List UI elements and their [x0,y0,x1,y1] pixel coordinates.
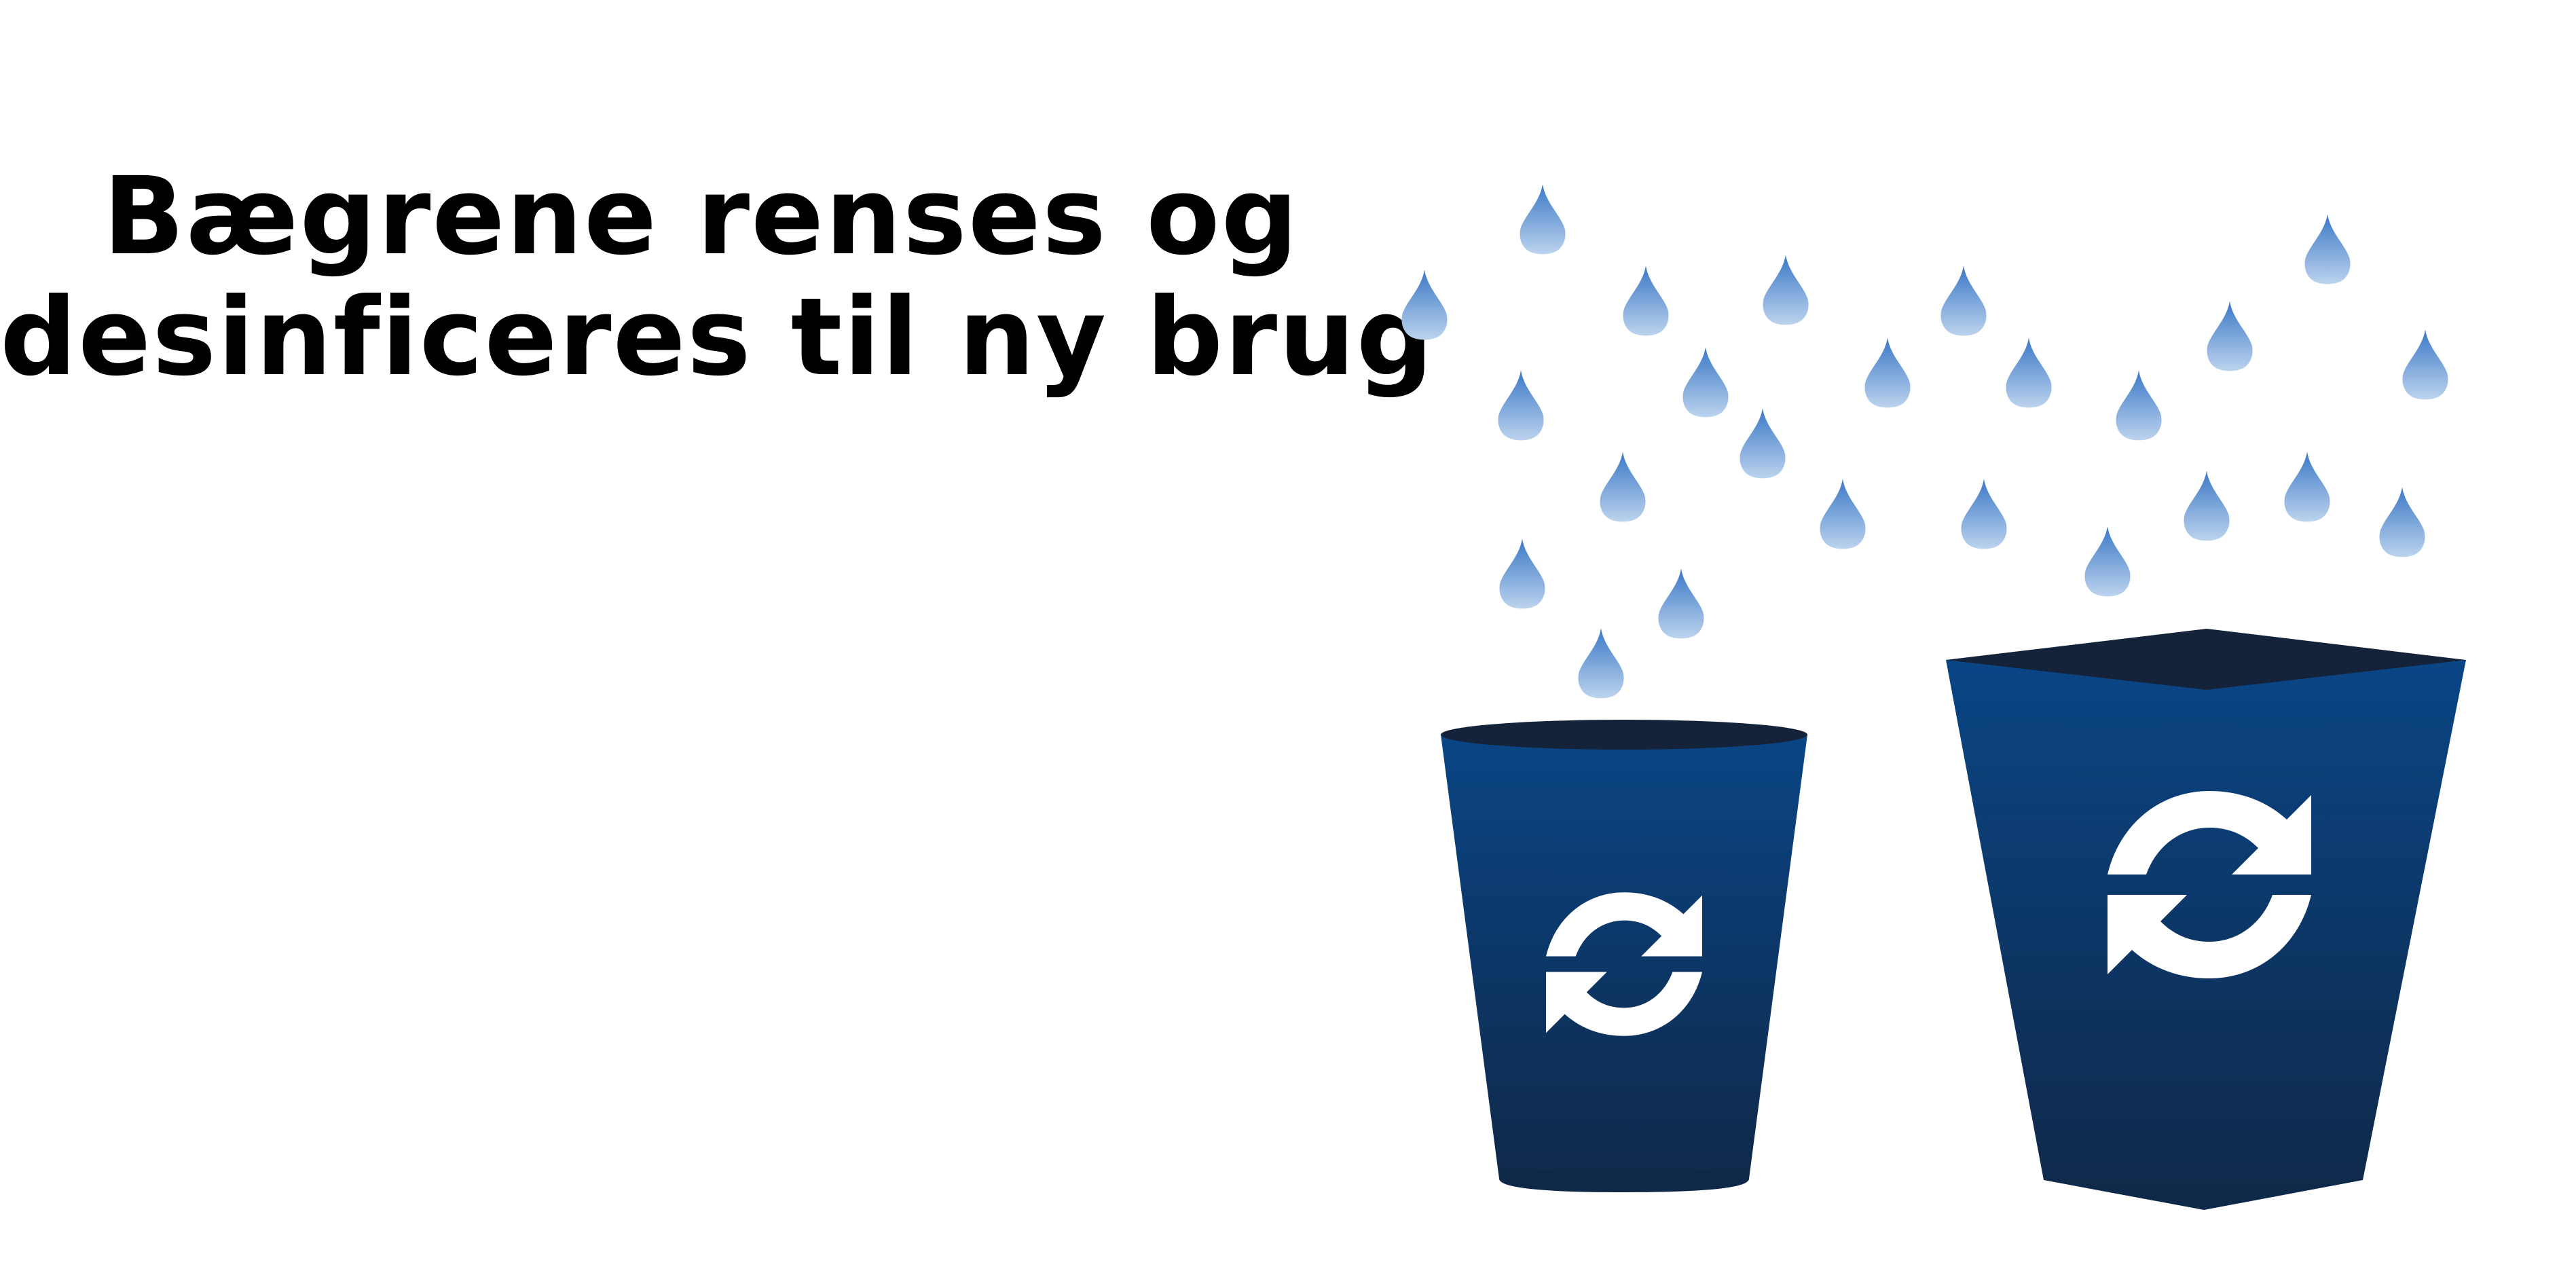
water-drop-icon [2379,487,2425,557]
water-drop-icon [2084,526,2131,597]
water-drop-icon [2284,452,2330,522]
water-drop-icon [2184,471,2230,541]
water-drop-icon [1499,538,1545,609]
water-drop-icon [2006,337,2052,408]
water-drop-icon [1940,265,1987,336]
water-drop-icon [1864,337,1911,408]
water-drop-icon [2402,329,2448,400]
small-cup [1441,720,1807,1192]
water-drop-icon [1498,370,1544,441]
water-drop-icon [1820,479,1866,549]
page: { "headline": { "line1": "Bægrene renses… [0,0,2576,1288]
large-cup [1946,629,2466,1210]
water-drop-icon [2207,301,2253,371]
water-drop-icon [2304,214,2351,284]
water-drop-icon [1763,255,1809,325]
water-drop-icon [1578,628,1624,699]
water-drop-icon [1961,479,2007,549]
water-drop-icon [1658,568,1704,639]
water-drop-icon [1740,408,1786,479]
water-drop-icon [2116,370,2162,441]
water-drop-icon [1600,452,1646,522]
water-drops [1401,184,2448,699]
water-drop-icon [1623,265,1669,336]
water-drop-icon [1520,184,1566,255]
cleaning-illustration [1401,184,2466,1210]
water-drop-icon [1682,347,1729,418]
water-drop-icon [1401,270,1448,340]
